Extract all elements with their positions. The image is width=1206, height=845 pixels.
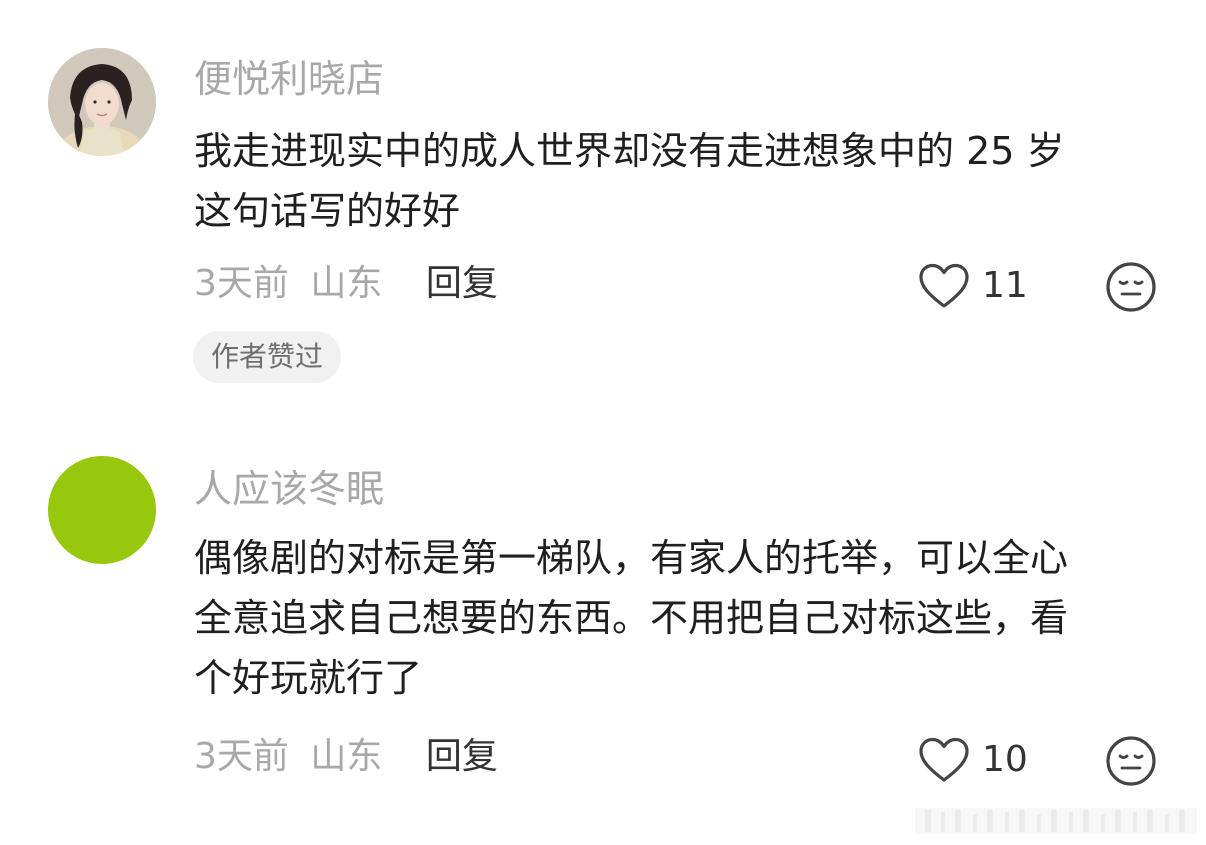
- user-avatar[interactable]: [48, 456, 156, 564]
- timestamp: 3天前: [194, 263, 289, 304]
- author-liked-badge: 作者赞过: [193, 331, 342, 383]
- comment-line: 个好玩就行了: [194, 656, 423, 700]
- meh-face-icon: [1106, 262, 1156, 312]
- location: 山东: [310, 263, 383, 304]
- dislike-button[interactable]: [1105, 735, 1157, 787]
- timestamp: 3天前: [194, 736, 289, 777]
- comment-meta: 3天前 山东 回复: [194, 733, 498, 781]
- comment-line: 全意追求自己想要的东西。不用把自己对标这些，看: [194, 596, 1069, 640]
- reply-button[interactable]: 回复: [426, 736, 498, 777]
- like-count: 10: [982, 739, 1028, 780]
- like-button[interactable]: 10: [918, 736, 1028, 784]
- comment-text: 偶像剧的对标是第一梯队，有家人的托举，可以全心 全意追求自己想要的东西。不用把自…: [194, 528, 1174, 708]
- reply-button[interactable]: 回复: [426, 263, 498, 304]
- comment-line: 我走进现实中的成人世界却没有走进想象中的 25 岁: [194, 129, 1065, 173]
- heart-outline-icon: [919, 263, 969, 308]
- user-avatar[interactable]: [48, 48, 156, 156]
- heart-outline-icon: [919, 737, 969, 782]
- like-button[interactable]: 11: [918, 262, 1028, 310]
- username[interactable]: 便悦利晓店: [194, 55, 384, 103]
- avatar-photo-icon: [48, 48, 156, 156]
- dislike-button[interactable]: [1105, 261, 1157, 313]
- location: 山东: [310, 736, 383, 777]
- meh-face-icon: [1106, 736, 1156, 786]
- like-count: 11: [982, 265, 1028, 306]
- comment-meta: 3天前 山东 回复: [194, 260, 498, 308]
- comment-line: 偶像剧的对标是第一梯队，有家人的托举，可以全心: [194, 536, 1069, 580]
- comment-line: 这句话写的好好: [194, 189, 461, 233]
- watermark-graphic: [915, 808, 1197, 834]
- username[interactable]: 人应该冬眠: [194, 465, 384, 513]
- comment-text: 我走进现实中的成人世界却没有走进想象中的 25 岁 这句话写的好好: [194, 121, 1174, 241]
